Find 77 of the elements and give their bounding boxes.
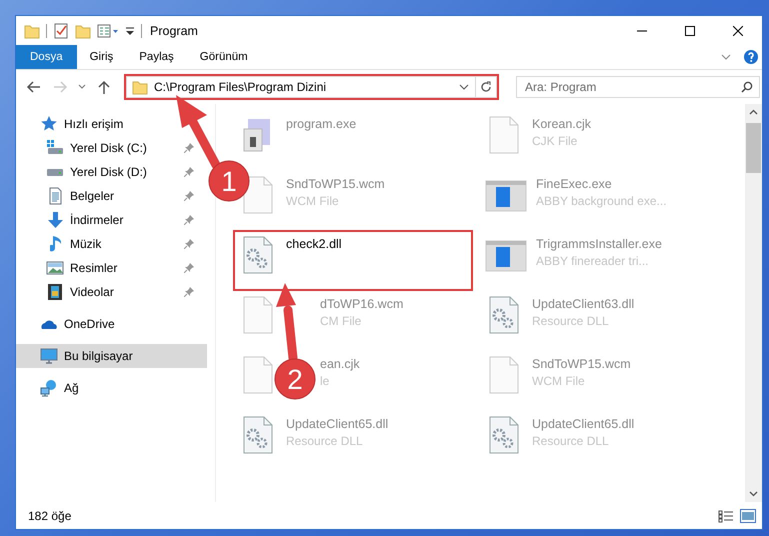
pin-icon[interactable] <box>184 287 194 297</box>
ribbon-tab[interactable]: Paylaş <box>126 45 187 69</box>
file-type: WCM File <box>286 194 340 208</box>
view-icon[interactable] <box>97 22 119 38</box>
pin-icon[interactable] <box>184 191 194 201</box>
ribbon-tab[interactable]: Görünüm <box>186 45 261 69</box>
refresh-icon[interactable] <box>480 81 492 93</box>
sidebar-item[interactable]: Videolar <box>16 280 205 304</box>
file-name: Korean.cjk <box>532 117 592 131</box>
pin-icon[interactable] <box>184 215 194 225</box>
drive-icon <box>46 168 64 176</box>
step-number: 2 <box>274 358 316 400</box>
file-type: CJK File <box>532 134 578 148</box>
sidebar-item[interactable]: İndirmeler <box>16 208 205 232</box>
search-icon[interactable] <box>741 81 753 93</box>
large-icons-view-icon[interactable] <box>740 508 756 522</box>
sidebar-item[interactable]: OneDrive <box>16 312 205 336</box>
file-name: UpdateClient63.dll <box>532 297 634 311</box>
dropdown-icon[interactable] <box>459 82 469 92</box>
file-type: Resource DLL <box>532 434 610 448</box>
step-number: 1 <box>208 160 250 202</box>
file-type: WCM File <box>532 374 586 388</box>
folder-icon <box>132 79 148 95</box>
file-type: Resource DLL <box>532 314 610 328</box>
recent-icon[interactable] <box>78 83 86 91</box>
help-icon[interactable] <box>744 50 758 64</box>
file-name: check2.dll <box>286 237 342 251</box>
file-name: SndToWP15.wcm <box>286 177 385 191</box>
star-icon <box>40 115 58 133</box>
sidebar-item[interactable]: Bu bilgisayar <box>16 344 207 368</box>
sidebar-item[interactable]: Ağ <box>16 376 205 400</box>
item-count: 182 öğe <box>28 508 72 522</box>
details-view-icon[interactable] <box>718 508 734 522</box>
sidebar-item[interactable]: Yerel Disk (D:) <box>16 160 205 184</box>
down-arrow-icon <box>46 211 64 229</box>
file-name: UpdateClient65.dll <box>286 417 388 431</box>
ribbon-tab[interactable]: Dosya <box>16 45 77 69</box>
file-name: dToWP16.wcm <box>320 297 404 311</box>
computer-icon <box>40 347 58 365</box>
pin-icon[interactable] <box>184 167 194 177</box>
sidebar-item[interactable]: Belgeler <box>16 184 205 208</box>
sidebar-item[interactable]: Hızlı erişim <box>16 112 205 136</box>
drive-icon <box>46 139 64 157</box>
properties-icon[interactable] <box>53 22 69 38</box>
scrollbar-thumb[interactable] <box>746 123 761 173</box>
sidebar-item[interactable]: Yerel Disk (C:) <box>16 136 205 160</box>
file-name: TrigrammsInstaller.exe <box>536 237 662 251</box>
file-type: Resource DLL <box>286 434 364 448</box>
file-type: CM File <box>320 314 362 328</box>
address-bar[interactable]: C:\Program Files\Program Dizini <box>126 76 497 98</box>
window-title: Program <box>150 24 198 38</box>
file-type: ABBY finereader tri... <box>536 254 650 268</box>
maximize-icon[interactable] <box>685 26 695 36</box>
pin-icon[interactable] <box>184 263 194 273</box>
picture-icon <box>46 259 64 277</box>
back-icon[interactable] <box>26 79 42 95</box>
search-field[interactable]: Ara: Program <box>516 76 760 98</box>
file-name: SndToWP15.wcm <box>532 357 631 371</box>
file-name: FineExec.exe <box>536 177 613 191</box>
file-type: ABBY background exe... <box>536 194 667 208</box>
music-note-icon <box>50 236 60 252</box>
file-name: UpdateClient65.dll <box>532 417 634 431</box>
sidebar-item[interactable]: Resimler <box>16 256 205 280</box>
file-item[interactable]: check2.dll <box>235 232 471 289</box>
pin-icon[interactable] <box>184 239 194 249</box>
address-path: C:\Program Files\Program Dizini <box>154 80 328 94</box>
file-name: ean.cjk <box>320 357 360 371</box>
pin-icon[interactable] <box>184 143 194 153</box>
sidebar-item[interactable]: Müzik <box>16 232 205 256</box>
up-icon[interactable] <box>96 79 112 95</box>
folder-icon <box>24 22 40 38</box>
ribbon-tab[interactable]: Giriş <box>76 45 126 69</box>
file-type: le <box>320 374 330 388</box>
network-icon <box>40 379 58 397</box>
file-name: program.exe <box>286 117 356 131</box>
film-icon <box>46 283 64 301</box>
close-icon[interactable] <box>733 26 743 36</box>
